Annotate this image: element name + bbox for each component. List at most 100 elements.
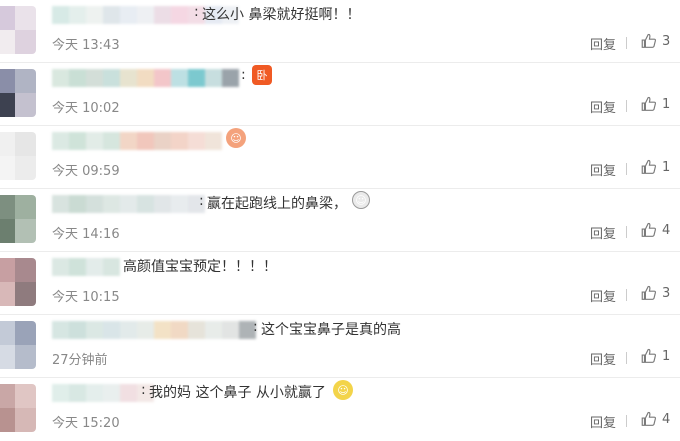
username-pixel [171,69,188,87]
comment-time: 今天 14:16 [52,227,120,242]
username-pixel [103,132,120,150]
comment-row: : 这个宝宝鼻子是真的高 27分钟前 回复 1 [0,315,680,378]
username-pixel [69,321,86,339]
username-pixel [103,258,120,276]
comment-text: 赢在起跑线上的鼻梁， [207,196,347,212]
username-pixel [103,69,120,87]
username-pixel [86,69,103,87]
like-button[interactable]: 1 [640,347,670,365]
username-blurred[interactable] [52,321,256,339]
reply-button[interactable]: 回复 [590,34,616,53]
username-blurred[interactable] [52,69,239,87]
divider [626,352,627,364]
username-pixel [188,69,205,87]
username-pixel [69,258,86,276]
username-pixel [120,321,137,339]
username-pixel [171,195,188,213]
username-pixel [86,6,103,24]
username-blurred[interactable] [52,132,222,150]
username-pixel [137,6,154,24]
username-pixel [69,6,86,24]
username-pixel [86,258,103,276]
like-button[interactable]: 4 [640,410,670,428]
comment-row: 高颜值宝宝预定！！！！ 今天 10:15 回复 3 [0,252,680,315]
username-pixel [205,132,222,150]
username-pixel [188,321,205,339]
thumbs-up-icon [641,33,656,48]
username-pixel [69,195,86,213]
avatar[interactable] [0,132,36,180]
like-count: 3 [662,33,671,49]
thumbs-up-icon [641,285,656,300]
thumbs-up-icon [641,348,656,363]
username-pixel [154,6,171,24]
username-pixel [52,69,69,87]
like-count: 1 [662,159,671,175]
like-count: 3 [662,285,671,301]
username-pixel [52,384,69,402]
reply-button[interactable]: 回复 [590,349,616,368]
username-pixel [52,258,69,276]
username-pixel [154,195,171,213]
reply-button[interactable]: 回复 [590,412,616,431]
like-button[interactable]: 3 [640,32,670,50]
comment-list: : 这么小 鼻梁就好挺啊！！ 今天 13:43 回复 3 : 卧 今天 10:0… [0,0,680,440]
like-button[interactable]: 4 [640,221,670,239]
like-button[interactable]: 1 [640,95,670,113]
username-pixel [137,132,154,150]
divider [626,226,627,238]
thumbs-up-icon [641,222,656,237]
username-blurred[interactable] [52,384,154,402]
reply-button[interactable]: 回复 [590,286,616,305]
username-pixel [103,384,120,402]
comment-text: 这么小 鼻梁就好挺啊！！ [202,7,361,23]
avatar[interactable] [0,321,36,369]
comment-text: 高颜值宝宝预定！！！！ [123,259,277,275]
name-colon: : [241,67,246,83]
username-blurred[interactable] [52,195,205,213]
username-pixel [120,69,137,87]
like-button[interactable]: 1 [640,158,670,176]
like-count: 4 [662,222,671,238]
username-pixel [69,69,86,87]
name-colon: : [141,382,146,398]
username-pixel [120,6,137,24]
username-pixel [137,195,154,213]
comment-time: 今天 10:02 [52,101,120,116]
comment-row: : 卧 今天 10:02 回复 1 [0,63,680,126]
divider [626,163,627,175]
name-colon: : [253,319,258,335]
reply-button[interactable]: 回复 [590,160,616,179]
username-blurred[interactable] [52,258,120,276]
like-count: 4 [662,411,671,427]
comment-row: : 赢在起跑线上的鼻梁， ☺ 今天 14:16 回复 4 [0,189,680,252]
avatar[interactable] [0,195,36,243]
comment-time: 今天 10:15 [52,290,120,305]
username-pixel [103,195,120,213]
comment-time: 27分钟前 [52,353,108,368]
avatar[interactable] [0,69,36,117]
username-pixel [120,195,137,213]
comment-time: 今天 09:59 [52,164,120,179]
comment-time: 今天 15:20 [52,416,120,431]
reply-button[interactable]: 回复 [590,223,616,242]
username-pixel [103,321,120,339]
thumbs-up-icon [641,411,656,426]
username-pixel [171,6,188,24]
username-pixel [52,321,69,339]
avatar[interactable] [0,258,36,306]
divider [626,415,627,427]
reply-button[interactable]: 回复 [590,97,616,116]
username-pixel [171,321,188,339]
comment-text: 我的妈 这个鼻子 从小就赢了 [149,385,326,401]
like-count: 1 [662,96,671,112]
username-pixel [137,69,154,87]
avatar[interactable] [0,6,36,54]
name-colon: : [199,193,204,209]
emoji-doge-icon: ☺ [352,191,370,209]
username-pixel [103,6,120,24]
username-pixel [154,69,171,87]
like-button[interactable]: 3 [640,284,670,302]
username-pixel [52,6,69,24]
avatar[interactable] [0,384,36,432]
